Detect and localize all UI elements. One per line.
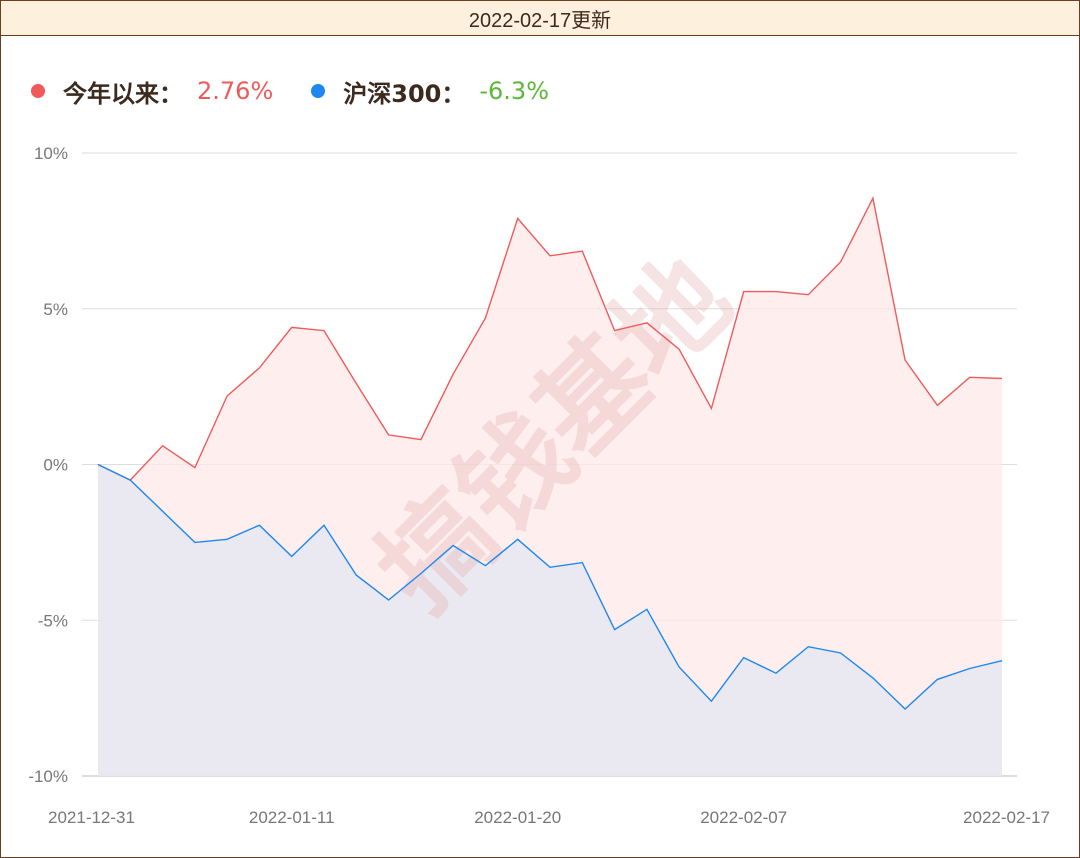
x-tick-label: 2022-02-07 [700,808,787,827]
y-axis-ticks: 10% 5% 0% -5% -10% [28,144,68,786]
y-tick-label: 10% [34,144,68,163]
y-tick-label: 5% [43,300,68,319]
y-tick-label: -10% [28,767,68,786]
x-tick-label: 2022-01-11 [249,808,335,827]
x-axis-ticks: 2021-12-31 2022-01-11 2022-01-20 2022-02-07… [48,808,1050,827]
x-tick-label: 2022-02-17 [963,808,1050,827]
x-tick-label: 2022-01-20 [474,808,561,827]
x-tick-label: 2021-12-31 [48,808,135,827]
line-chart: 搞钱基地 10%5%0%-5%-10% 2021-12-31 2022-01-11… [28,144,1050,827]
y-tick-label: 0% [43,456,68,475]
y-tick-label: -5% [38,611,68,630]
